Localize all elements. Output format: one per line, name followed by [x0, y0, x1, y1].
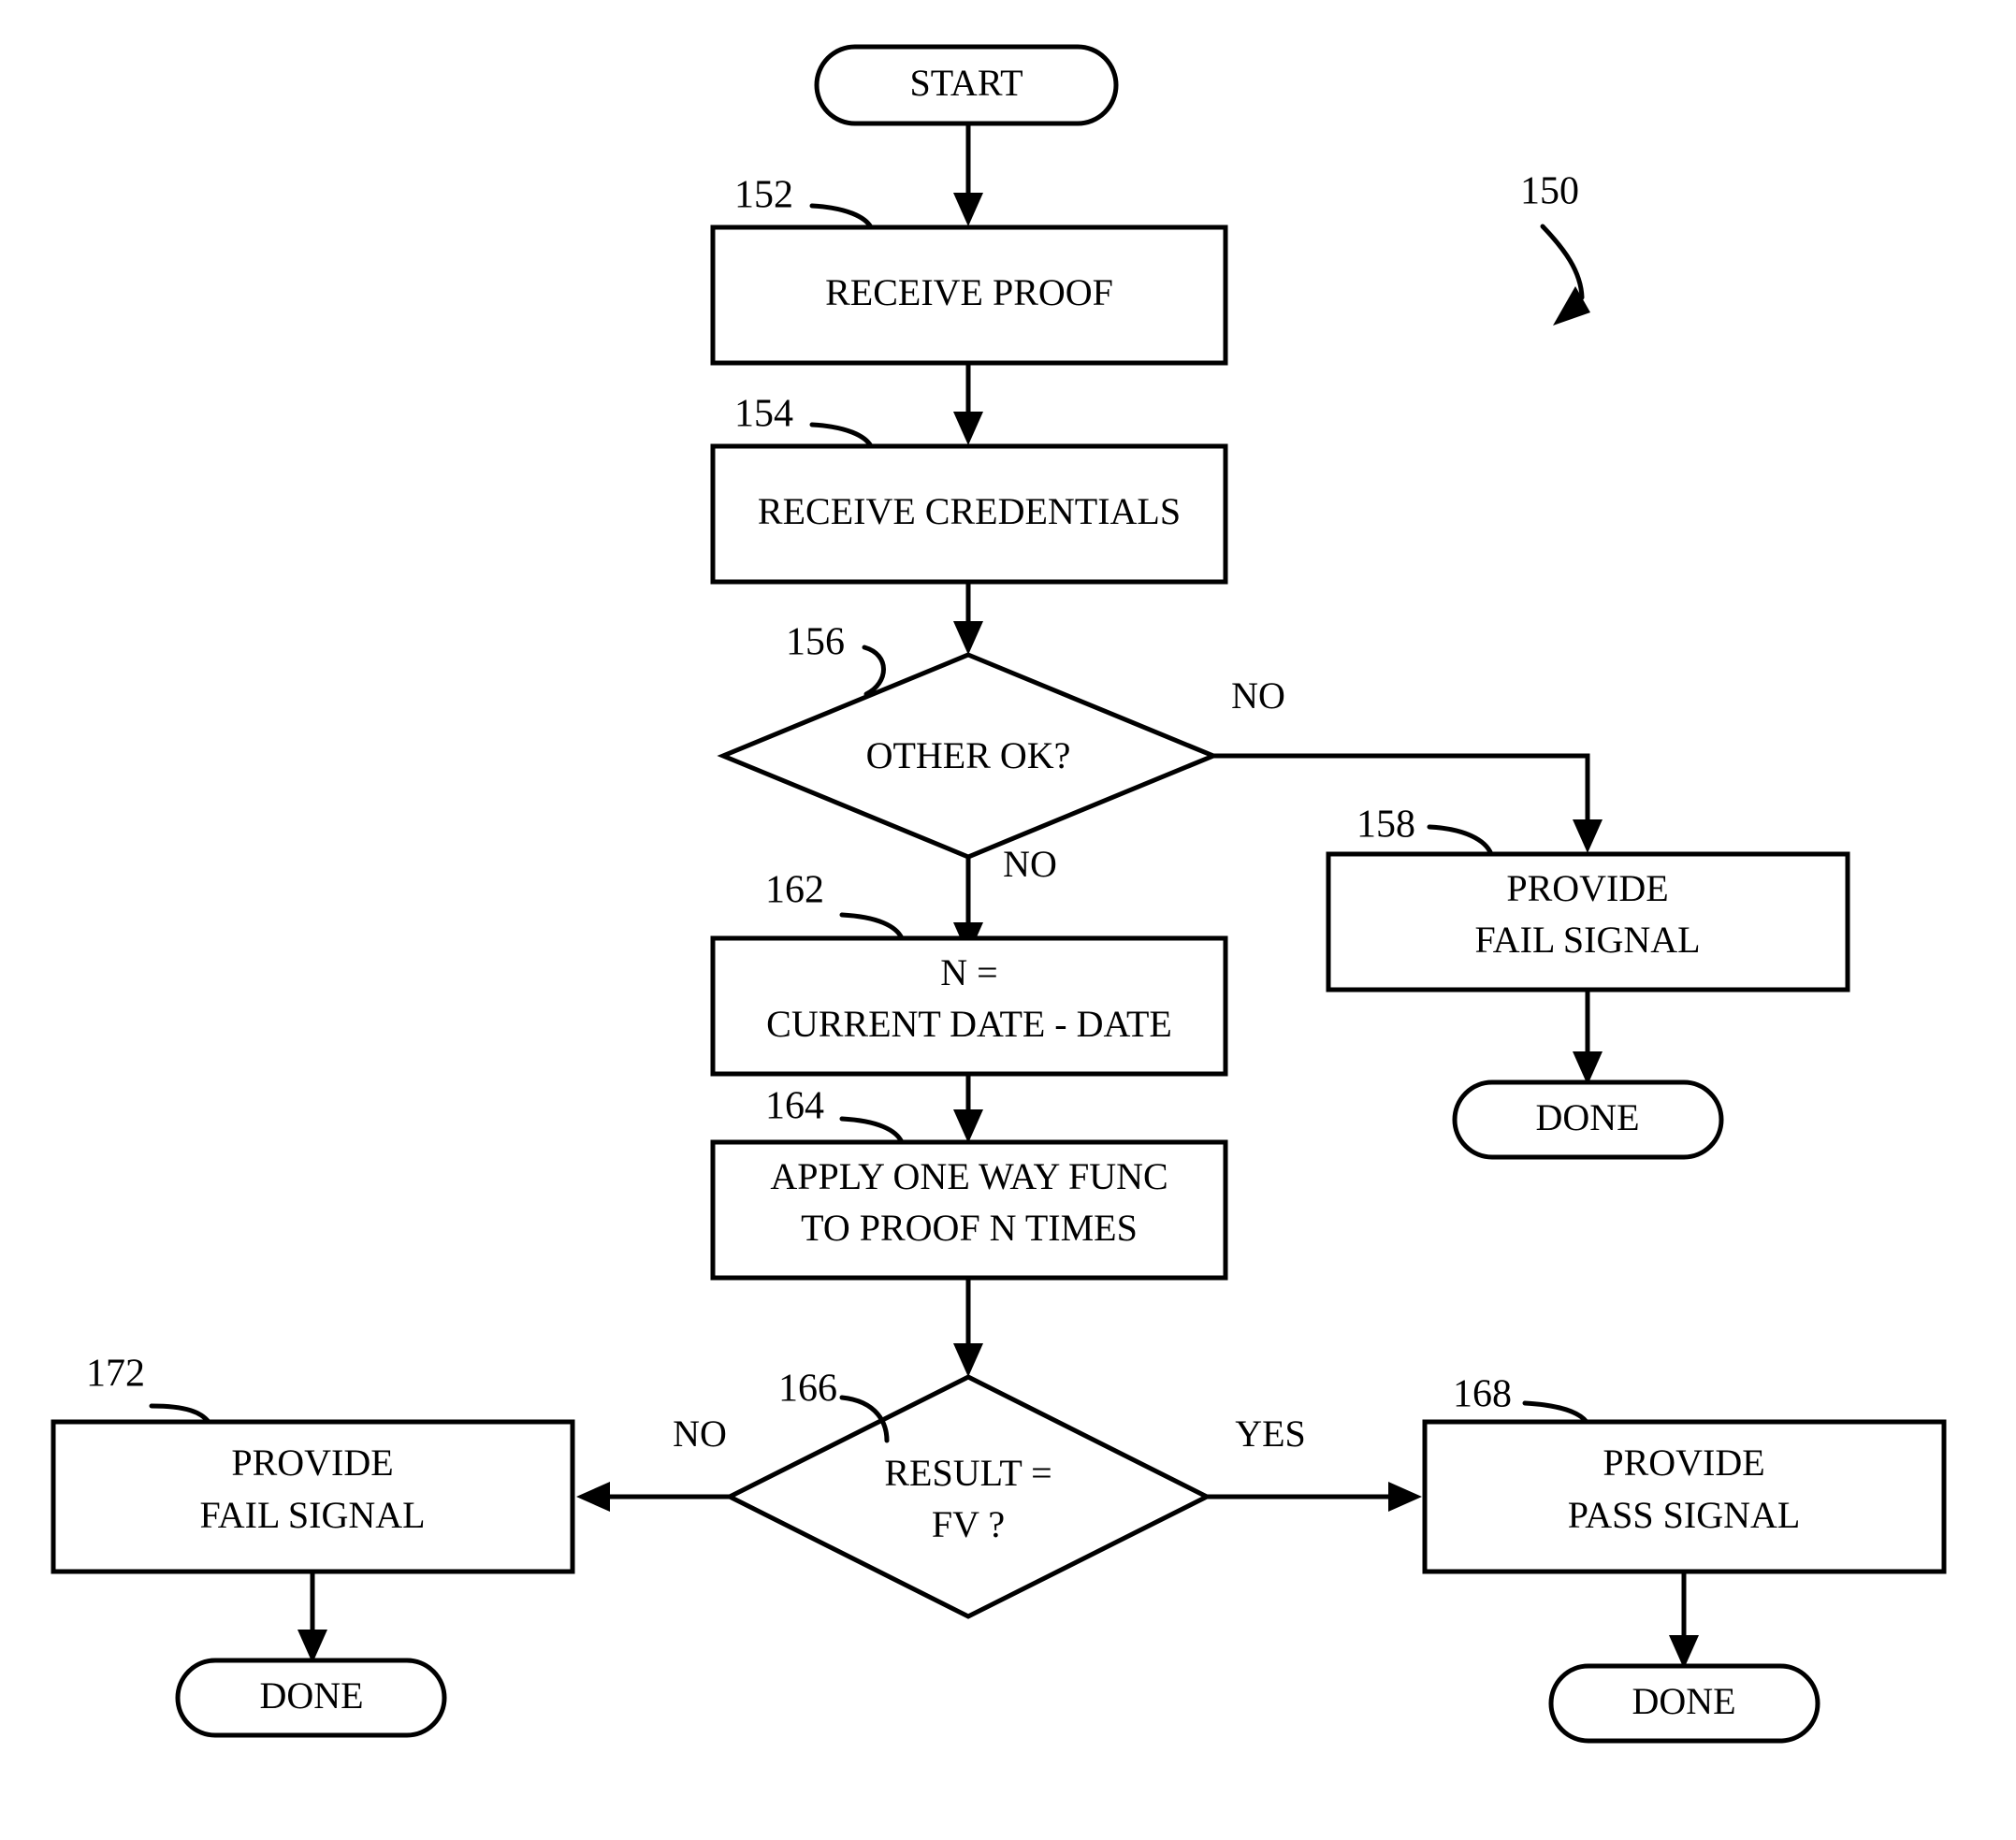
- provide-fail-signal-158-line2: FAIL SIGNAL: [1474, 919, 1700, 961]
- edge-result-fv-no: NO: [576, 1413, 730, 1512]
- ref-162: 162: [765, 869, 905, 941]
- ref-152-leader-line: [809, 203, 874, 230]
- ref-154-number: 154: [734, 393, 793, 436]
- node-apply-owf: APPLY ONE WAY FUNC TO PROOF N TIMES: [710, 1139, 1228, 1281]
- other-ok-label: OTHER OK?: [866, 734, 1071, 776]
- done-172-label: DONE: [259, 1674, 363, 1717]
- result-fv-line2: FV ?: [932, 1503, 1005, 1545]
- node-done-158: DONE: [1452, 1079, 1724, 1160]
- flowchart-canvas: START RECEIVE PROOF 152 RECEIVE CREDENTI…: [0, 0, 2016, 1840]
- result-fv-line1: RESULT =: [884, 1452, 1052, 1494]
- arrowhead-down-icon: [953, 412, 983, 445]
- provide-fail-signal-172-line1: PROVIDE: [231, 1442, 393, 1484]
- ref-154: 154: [734, 393, 874, 449]
- edge-label-result-fv-no: NO: [673, 1413, 727, 1455]
- edge-receive-credentials-to-other-ok: [953, 582, 983, 655]
- apply-owf-line1: APPLY ONE WAY FUNC: [770, 1155, 1168, 1197]
- edge-158-to-done: [1573, 990, 1603, 1085]
- ref-156-leader-line: [862, 645, 886, 697]
- ref-172-number: 172: [86, 1353, 145, 1396]
- node-done-168: DONE: [1548, 1663, 1820, 1744]
- arrowhead-down-icon: [1573, 819, 1603, 853]
- node-result-fv: RESULT = FV ?: [724, 1374, 1212, 1619]
- node-other-ok: OTHER OK?: [717, 652, 1220, 860]
- result-fv-diamond-shape: [724, 1374, 1212, 1619]
- ref-150-figure: 150: [1520, 170, 1590, 326]
- receive-proof-label: RECEIVE PROOF: [825, 271, 1113, 313]
- ref-150-number: 150: [1520, 170, 1579, 213]
- receive-credentials-label: RECEIVE CREDENTIALS: [758, 490, 1181, 532]
- edge-label-other-ok-no-down: NO: [1003, 843, 1057, 885]
- edge-label-result-fv-yes: YES: [1235, 1413, 1306, 1455]
- edge-receive-proof-to-receive-credentials: [953, 363, 983, 445]
- arrowhead-figure-icon: [1553, 286, 1590, 326]
- ref-152: 152: [734, 174, 874, 230]
- ref-154-leader-line: [809, 422, 874, 449]
- arrowhead-down-icon: [953, 621, 983, 655]
- ref-156-number: 156: [786, 621, 845, 664]
- provide-fail-signal-158-line1: PROVIDE: [1506, 867, 1668, 909]
- done-168-label: DONE: [1632, 1680, 1735, 1722]
- arrowhead-left-icon: [576, 1482, 610, 1512]
- node-provide-fail-signal-158: PROVIDE FAIL SIGNAL: [1326, 851, 1850, 992]
- ref-172-leader-line: [149, 1403, 211, 1425]
- ref-168-leader-line: [1522, 1400, 1589, 1425]
- provide-pass-signal-168-line1: PROVIDE: [1603, 1442, 1764, 1484]
- ref-158: 158: [1356, 804, 1494, 857]
- ref-150-leader-line: [1540, 224, 1585, 300]
- arrowhead-down-icon: [953, 1109, 983, 1143]
- ref-164-number: 164: [765, 1085, 824, 1128]
- ref-166-number: 166: [778, 1368, 837, 1411]
- ref-172: 172: [86, 1353, 211, 1425]
- ref-168: 168: [1453, 1373, 1589, 1425]
- node-done-172: DONE: [175, 1658, 447, 1738]
- arrowhead-down-icon: [953, 193, 983, 226]
- node-receive-proof: RECEIVE PROOF: [710, 225, 1228, 366]
- edge-apply-owf-to-result-fv: [953, 1278, 983, 1377]
- ref-164-leader-line: [839, 1116, 905, 1145]
- compute-n-line1: N =: [940, 951, 997, 993]
- flowchart-svg: START RECEIVE PROOF 152 RECEIVE CREDENTI…: [51, 44, 1947, 1744]
- arrowhead-right-icon: [1388, 1482, 1422, 1512]
- edge-172-to-done: [297, 1572, 327, 1663]
- edge-label-other-ok-no-right: NO: [1231, 674, 1285, 717]
- ref-152-number: 152: [734, 174, 793, 217]
- ref-162-number: 162: [765, 869, 824, 912]
- start-label: START: [909, 62, 1023, 104]
- ref-162-leader-line: [839, 912, 905, 941]
- edge-168-to-done: [1669, 1572, 1699, 1669]
- node-provide-pass-signal-168: PROVIDE PASS SIGNAL: [1422, 1419, 1947, 1574]
- ref-168-number: 168: [1453, 1373, 1512, 1416]
- apply-owf-line2: TO PROOF N TIMES: [801, 1207, 1138, 1249]
- provide-pass-signal-168-line2: PASS SIGNAL: [1568, 1494, 1801, 1536]
- ref-164: 164: [765, 1085, 905, 1145]
- node-start: START: [814, 44, 1119, 126]
- node-compute-n: N = CURRENT DATE - DATE: [710, 935, 1228, 1077]
- edge-start-to-receive-proof: [953, 123, 983, 226]
- node-provide-fail-signal-172: PROVIDE FAIL SIGNAL: [51, 1419, 575, 1574]
- done-158-label: DONE: [1535, 1096, 1639, 1138]
- ref-156: 156: [786, 621, 886, 697]
- ref-158-number: 158: [1356, 804, 1415, 847]
- edge-result-fv-yes: YES: [1207, 1413, 1422, 1512]
- arrowhead-down-icon: [953, 1343, 983, 1377]
- ref-158-leader-line: [1427, 824, 1494, 857]
- node-receive-credentials: RECEIVE CREDENTIALS: [710, 443, 1228, 585]
- provide-fail-signal-172-line2: FAIL SIGNAL: [199, 1494, 425, 1536]
- compute-n-line2: CURRENT DATE - DATE: [766, 1003, 1172, 1045]
- edge-compute-n-to-apply-owf: [953, 1074, 983, 1143]
